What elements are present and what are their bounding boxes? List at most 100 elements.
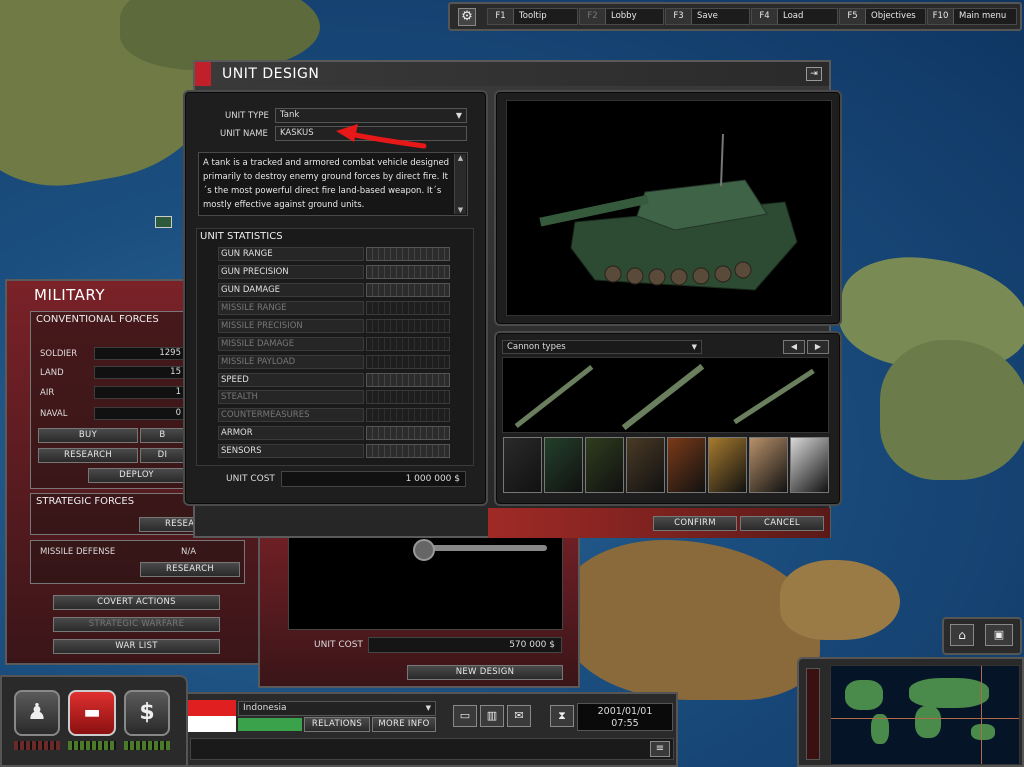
- missile-damage-slider: [366, 337, 450, 351]
- stat-label: GUN DAMAGE: [218, 283, 364, 297]
- land-value: 15: [94, 366, 186, 379]
- soldier-label: SOLDIER: [40, 349, 78, 359]
- home-icon[interactable]: ⌂: [950, 624, 974, 646]
- camo-swatch[interactable]: [667, 437, 706, 493]
- politics-icon[interactable]: ♟: [14, 690, 60, 736]
- time-text: 07:55: [611, 718, 639, 729]
- toolbar-objectives-button[interactable]: F5 Objectives: [839, 8, 926, 25]
- toolbar-lobby-button[interactable]: F2 Lobby: [579, 8, 664, 25]
- red-arrow-annotation: [336, 124, 427, 149]
- cannon-option-1[interactable]: [506, 364, 596, 430]
- status-meter-3: [124, 741, 170, 750]
- war-list-button[interactable]: WAR LIST: [53, 639, 220, 654]
- conventional-forces-title: CONVENTIONAL FORCES: [36, 314, 159, 325]
- date-time-display: 2001/01/01 07:55: [577, 703, 673, 731]
- cannon-option-2[interactable]: [613, 363, 708, 431]
- stat-label: MISSILE RANGE: [218, 301, 364, 315]
- log-menu-icon[interactable]: ≡: [650, 741, 670, 757]
- mail-icon[interactable]: ✉: [507, 705, 531, 727]
- stat-label: GUN RANGE: [218, 247, 364, 261]
- gun-damage-slider[interactable]: [366, 283, 450, 297]
- next-arrow-icon[interactable]: ▶: [807, 340, 829, 354]
- unit-type-label: UNIT TYPE: [225, 111, 269, 121]
- camo-swatch[interactable]: [790, 437, 829, 493]
- sensors-slider[interactable]: [366, 444, 450, 458]
- missile-defense-research-button[interactable]: RESEARCH: [140, 562, 240, 577]
- hourglass-icon[interactable]: ⧗: [550, 705, 574, 727]
- missile-defense-value: N/A: [181, 547, 197, 557]
- camo-swatch[interactable]: [708, 437, 747, 493]
- status-meter-2: [68, 741, 116, 750]
- buy-button[interactable]: BUY: [38, 428, 138, 443]
- cannon-type-value: Cannon types: [507, 342, 566, 352]
- stat-label: GUN PRECISION: [218, 265, 364, 279]
- covert-actions-button[interactable]: COVERT ACTIONS: [53, 595, 220, 610]
- unit-design-title: UNIT DESIGN: [222, 66, 320, 82]
- military-title: MILITARY: [34, 286, 106, 304]
- country-flag: [188, 700, 236, 732]
- camo-swatch[interactable]: [749, 437, 788, 493]
- toolbar-save-button[interactable]: F3 Save: [665, 8, 750, 25]
- stat-label: ARMOR: [218, 426, 364, 440]
- cannon-option-3[interactable]: [727, 368, 817, 430]
- map-unit-marker-icon[interactable]: [155, 216, 172, 228]
- new-design-button[interactable]: NEW DESIGN: [407, 665, 563, 680]
- chevron-down-icon: ▼: [425, 704, 431, 712]
- minimap-zoom-bar[interactable]: [806, 668, 820, 760]
- strategic-warfare-button[interactable]: STRATEGIC WARFARE: [53, 617, 220, 632]
- toolbar-main-menu-button[interactable]: F10 Main menu: [927, 8, 1017, 25]
- design-unit-cost-label: UNIT COST: [314, 640, 363, 650]
- unit-cost-value: 1 000 000 $: [281, 471, 466, 487]
- minimap[interactable]: [830, 665, 1020, 765]
- gun-range-slider[interactable]: [366, 247, 450, 261]
- naval-label: NAVAL: [40, 409, 68, 419]
- deploy-button[interactable]: DEPLOY: [88, 468, 185, 483]
- stat-label: MISSILE PRECISION: [218, 319, 364, 333]
- unit-view-icon[interactable]: ▣: [985, 624, 1013, 646]
- economy-dollar-icon[interactable]: $: [124, 690, 170, 736]
- prev-arrow-icon[interactable]: ◀: [783, 340, 805, 354]
- cancel-button[interactable]: CANCEL: [740, 516, 824, 531]
- research-button[interactable]: RESEARCH: [38, 448, 138, 463]
- chevron-down-icon: ▼: [691, 343, 697, 351]
- naval-value: 0: [94, 407, 186, 420]
- confirm-button[interactable]: CONFIRM: [653, 516, 737, 531]
- country-select[interactable]: Indonesia ▼: [238, 701, 436, 716]
- gear-icon[interactable]: ⚙: [458, 8, 476, 26]
- camo-swatch[interactable]: [503, 437, 542, 493]
- land-label: LAND: [40, 368, 64, 378]
- description-scrollbar[interactable]: ▲ ▼: [454, 154, 466, 214]
- relations-button[interactable]: RELATIONS: [304, 717, 370, 732]
- armor-slider[interactable]: [366, 426, 450, 440]
- chart-icon[interactable]: ▥: [480, 705, 504, 727]
- camo-swatch[interactable]: [626, 437, 665, 493]
- unit-type-select[interactable]: Tank ▼: [275, 108, 467, 123]
- description-box: A tank is a tracked and armored combat v…: [198, 152, 468, 216]
- disband-button[interactable]: DI: [140, 448, 185, 463]
- more-info-button[interactable]: MORE INFO: [372, 717, 436, 732]
- toolbar-tooltip-button[interactable]: F1 Tooltip: [487, 8, 578, 25]
- speed-slider[interactable]: [366, 373, 450, 387]
- build-button[interactable]: B: [140, 428, 185, 443]
- stealth-slider: [366, 390, 450, 404]
- window-close-icon[interactable]: ⇥: [806, 67, 822, 81]
- cannon-preview-icon: [417, 545, 547, 551]
- countermeasures-slider: [366, 408, 450, 422]
- military-tank-icon[interactable]: ▬: [68, 690, 116, 736]
- missile-defense-label: MISSILE DEFENSE: [40, 547, 116, 557]
- gun-precision-slider[interactable]: [366, 265, 450, 279]
- missile-precision-slider: [366, 319, 450, 333]
- toolbar-load-button[interactable]: F4 Load: [751, 8, 838, 25]
- soldier-value: 1295: [94, 347, 186, 360]
- unit-description: A tank is a tracked and armored combat v…: [203, 158, 450, 210]
- monitor-icon[interactable]: ▭: [453, 705, 477, 727]
- country-name: Indonesia: [243, 703, 287, 713]
- unit-name-label: UNIT NAME: [220, 129, 268, 139]
- cannon-type-select[interactable]: Cannon types ▼: [502, 340, 702, 354]
- stat-label: MISSILE DAMAGE: [218, 337, 364, 351]
- unit-cost-label: UNIT COST: [226, 474, 275, 484]
- message-log[interactable]: [190, 738, 674, 760]
- camo-swatch[interactable]: [544, 437, 583, 493]
- camo-swatch[interactable]: [585, 437, 624, 493]
- tank-model-icon: [539, 133, 798, 291]
